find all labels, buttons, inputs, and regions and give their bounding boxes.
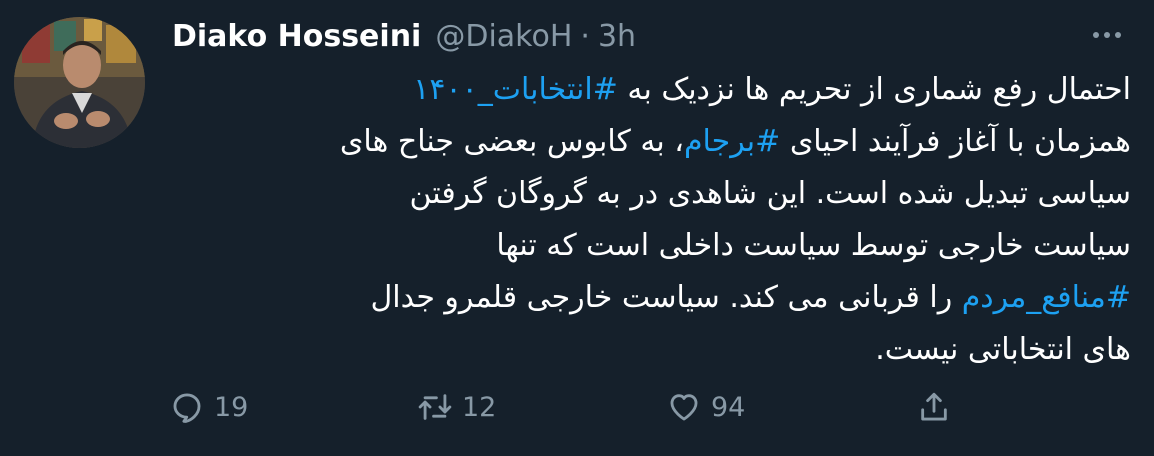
- like-count: 94: [711, 391, 746, 423]
- avatar-image: [14, 17, 145, 148]
- tweet-line: سیاسی تبدیل شده است. این شاهدی در به گرو…: [165, 168, 1131, 220]
- tweet-text: احتمال رفع شماری از تحریم ها نزدیک به #ا…: [165, 64, 1131, 376]
- tweet-line: های انتخاباتی نیست.: [165, 324, 1131, 376]
- hashtag-link[interactable]: #برجام: [684, 124, 780, 159]
- more-dot: [1115, 32, 1121, 38]
- tweet-line: #منافع_مردم را قربانی می کند. سیاست خارج…: [165, 272, 1131, 324]
- tweet-text-segment: های انتخاباتی نیست.: [875, 332, 1131, 367]
- reply-icon: [173, 393, 201, 423]
- tweet-card[interactable]: Diako Hosseini @DiakoH · 3h احتمال رفع ش…: [0, 0, 1154, 456]
- like-button[interactable]: 94: [667, 382, 745, 432]
- retweet-icon: [418, 394, 452, 420]
- retweet-count: 12: [462, 391, 497, 423]
- timestamp[interactable]: 3h: [598, 19, 636, 54]
- tweet-line: همزمان با آغاز فرآیند احیای #برجام، به ک…: [165, 116, 1131, 168]
- tweet-header: Diako Hosseini @DiakoH · 3h: [172, 13, 636, 59]
- reply-count: 19: [214, 391, 249, 423]
- more-dots-icon[interactable]: [1082, 20, 1132, 50]
- tweet-text-segment: سیاسی تبدیل شده است. این شاهدی در به گرو…: [409, 176, 1131, 211]
- separator-dot: ·: [580, 18, 590, 54]
- retweet-button[interactable]: 12: [418, 382, 496, 432]
- tweet-text-segment: سیاست خارجی توسط سیاست داخلی است که تنها: [496, 228, 1131, 263]
- author-name[interactable]: Diako Hosseini: [172, 19, 421, 54]
- share-button[interactable]: [917, 382, 951, 432]
- tweet-text-segment: احتمال رفع شماری از تحریم ها نزدیک به: [617, 72, 1131, 107]
- hashtag-link[interactable]: #منافع_مردم: [962, 280, 1131, 315]
- reply-button[interactable]: 19: [170, 382, 248, 432]
- share-icon: [921, 392, 947, 421]
- tweet-text-segment: ، به کابوس بعضی جناح های: [339, 124, 684, 159]
- more-dot: [1104, 32, 1110, 38]
- tweet-text-segment: همزمان با آغاز فرآیند احیای: [780, 124, 1131, 159]
- hashtag-link[interactable]: #انتخابات_۱۴۰۰: [413, 72, 618, 107]
- more-dot: [1093, 32, 1099, 38]
- heart-icon: [670, 394, 698, 421]
- tweet-line: احتمال رفع شماری از تحریم ها نزدیک به #ا…: [165, 64, 1131, 116]
- avatar[interactable]: [14, 17, 145, 148]
- tweet-text-segment: را قربانی می کند. سیاست خارجی قلمرو جدال: [370, 280, 962, 315]
- action-bar: 19 12 94: [170, 382, 970, 432]
- tweet-line: سیاست خارجی توسط سیاست داخلی است که تنها: [165, 220, 1131, 272]
- author-handle[interactable]: @DiakoH: [435, 19, 572, 54]
